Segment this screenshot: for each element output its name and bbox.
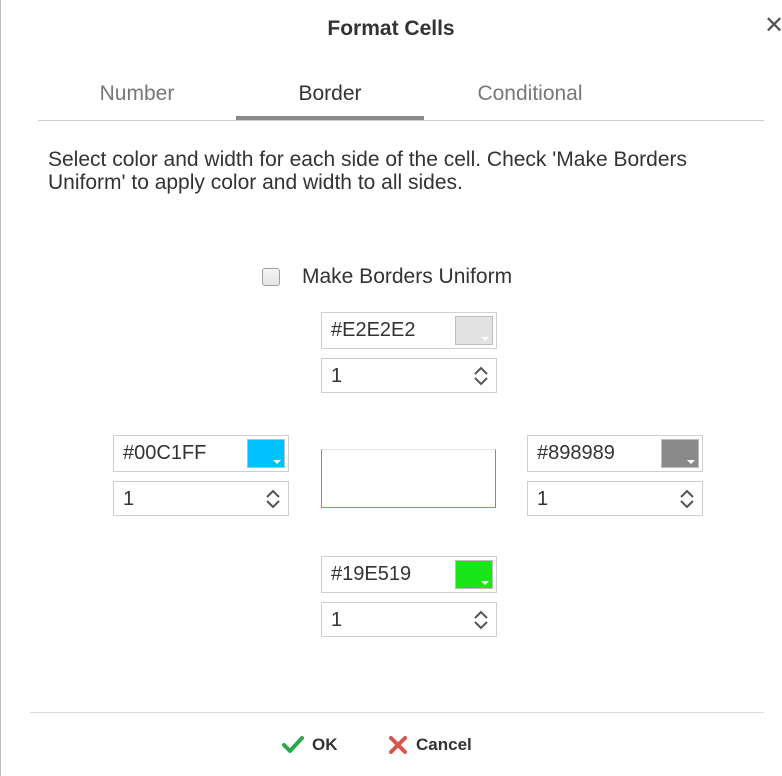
right-color-swatch[interactable] xyxy=(661,439,699,468)
left-width-value: 1 xyxy=(123,488,135,510)
bottom-color-value: #19E519 xyxy=(331,563,412,585)
top-color-swatch[interactable] xyxy=(455,316,493,345)
instructions-text: Select color and width for each side of … xyxy=(48,148,687,194)
ok-label: OK xyxy=(312,735,338,754)
top-color-input[interactable]: #E2E2E2 xyxy=(321,312,497,349)
bottom-color-input[interactable]: #19E519 xyxy=(321,556,497,593)
make-borders-uniform-checkbox[interactable] xyxy=(262,268,280,286)
left-color-value: #00C1FF xyxy=(123,442,207,464)
right-width-stepper[interactable]: 1 xyxy=(527,481,703,516)
spin-updown-icon[interactable] xyxy=(473,608,489,632)
dropdown-arrow-icon xyxy=(481,581,489,585)
left-color-input[interactable]: #00C1FF xyxy=(113,435,289,472)
right-width-value: 1 xyxy=(537,488,549,510)
make-borders-uniform-row[interactable]: Make Borders Uniform xyxy=(262,264,512,290)
cancel-button[interactable]: Cancel xyxy=(388,735,472,755)
top-color-value: #E2E2E2 xyxy=(331,319,416,341)
checkmark-icon xyxy=(282,736,304,753)
footer-divider xyxy=(30,712,764,713)
close-icon[interactable]: ✕ xyxy=(764,14,782,38)
bottom-width-value: 1 xyxy=(331,609,343,631)
top-width-stepper[interactable]: 1 xyxy=(321,358,497,393)
cancel-label: Cancel xyxy=(416,735,472,754)
spin-updown-icon[interactable] xyxy=(679,487,695,511)
tab-border[interactable]: Border xyxy=(236,82,424,106)
dropdown-arrow-icon xyxy=(687,460,695,464)
ok-button[interactable]: OK xyxy=(282,735,338,755)
left-color-swatch[interactable] xyxy=(247,439,285,468)
dropdown-arrow-icon xyxy=(481,337,489,341)
bottom-color-swatch[interactable] xyxy=(455,560,493,589)
x-icon xyxy=(389,736,407,754)
bottom-width-stepper[interactable]: 1 xyxy=(321,602,497,637)
dialog-left-edge xyxy=(0,0,1,776)
spin-updown-icon[interactable] xyxy=(265,487,281,511)
dialog-title: Format Cells xyxy=(327,17,455,40)
right-color-value: #898989 xyxy=(537,442,615,464)
top-width-value: 1 xyxy=(331,365,343,387)
tab-conditional[interactable]: Conditional xyxy=(430,82,630,106)
right-color-input[interactable]: #898989 xyxy=(527,435,703,472)
left-width-stepper[interactable]: 1 xyxy=(113,481,289,516)
cell-border-preview xyxy=(321,449,496,508)
dropdown-arrow-icon xyxy=(273,460,281,464)
tabs-divider xyxy=(38,120,764,121)
make-borders-uniform-label: Make Borders Uniform xyxy=(302,265,513,288)
spin-updown-icon[interactable] xyxy=(473,364,489,388)
tab-number[interactable]: Number xyxy=(38,82,236,106)
